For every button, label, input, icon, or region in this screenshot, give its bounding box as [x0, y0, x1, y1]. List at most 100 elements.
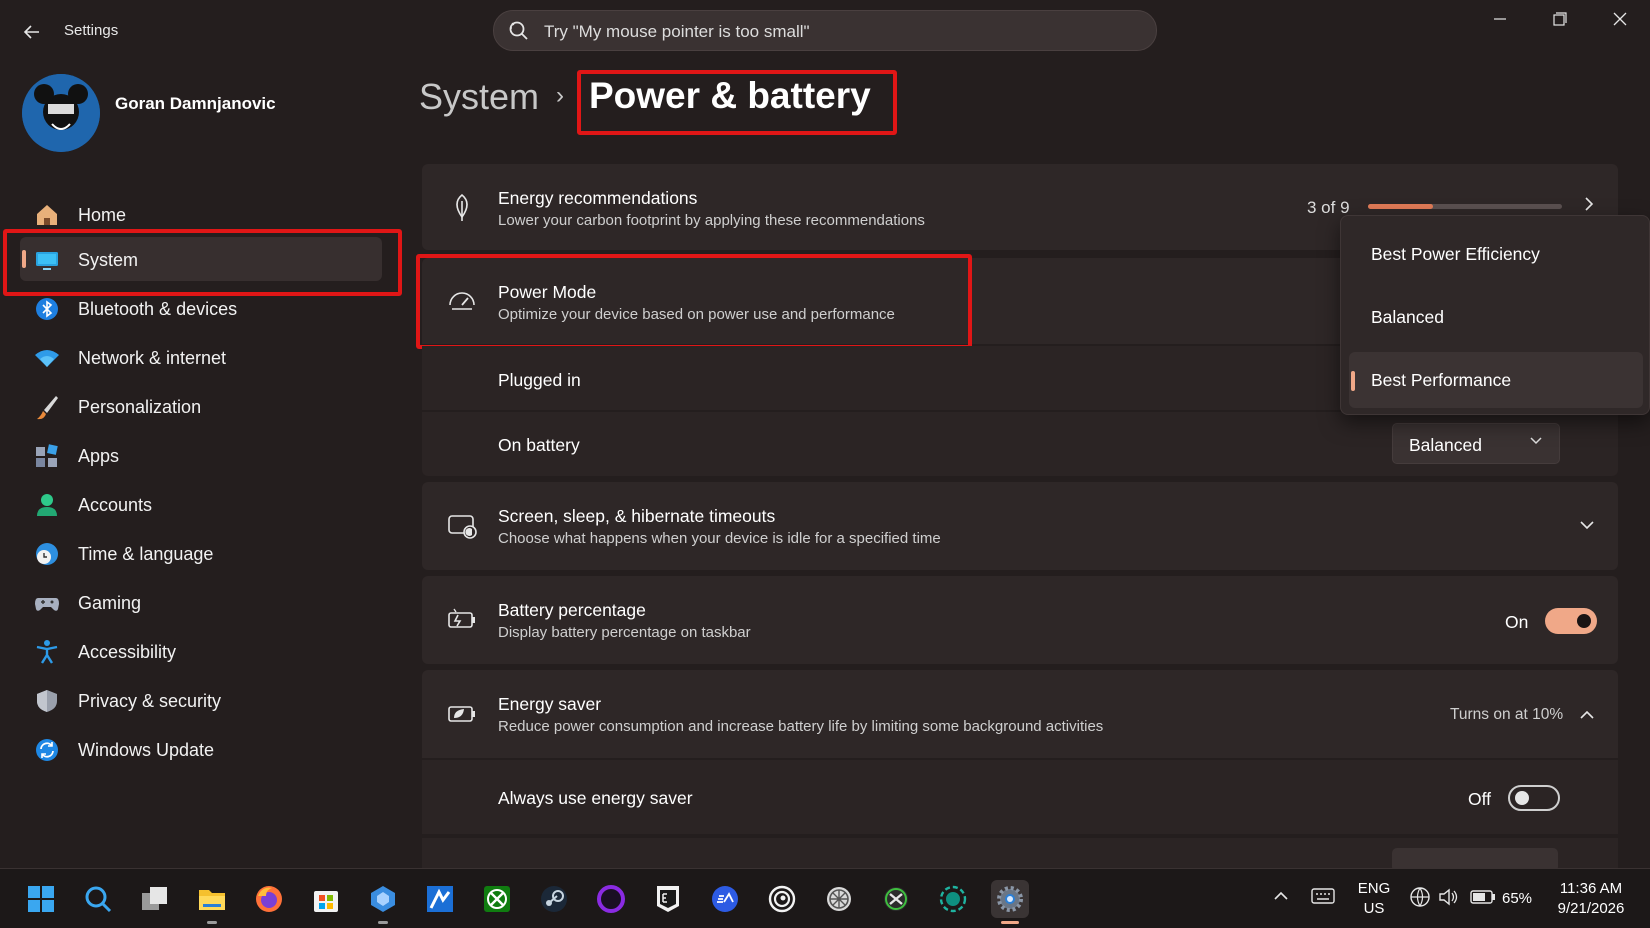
taskbar-file-explorer[interactable]: [193, 880, 231, 924]
toggle-knob: [1515, 791, 1529, 805]
globe-clock-icon: [36, 543, 58, 565]
taskbar-xbox-app[interactable]: [877, 880, 915, 918]
taskbar-steam[interactable]: [535, 880, 573, 918]
restore-icon: [1553, 12, 1567, 26]
sidebar-item-windows-update[interactable]: Windows Update: [20, 727, 382, 771]
sidebar-item-label: Accounts: [78, 495, 153, 515]
start-button[interactable]: [22, 880, 60, 918]
screen-sleep-subtitle: Choose what happens when your device is …: [498, 530, 941, 547]
always-energy-saver-label: Always use energy saver: [498, 788, 693, 808]
taskbar-epic-games[interactable]: [649, 880, 687, 918]
option-best-performance[interactable]: Best Performance: [1349, 352, 1643, 408]
taskbar-hexagon-app[interactable]: [934, 880, 972, 918]
close-button[interactable]: [1600, 10, 1640, 34]
brush-icon: [37, 396, 58, 420]
battery-status[interactable]: [1470, 888, 1496, 911]
home-icon: [37, 205, 57, 225]
sidebar-item-network[interactable]: Network & internet: [20, 335, 382, 379]
touch-keyboard-button[interactable]: [1311, 887, 1335, 910]
battery-percentage-state: On: [1505, 612, 1529, 632]
apps-icon: [36, 444, 58, 467]
sidebar-item-gaming[interactable]: Gaming: [20, 580, 382, 624]
network-status[interactable]: [1409, 886, 1431, 913]
battery-percentage-toggle[interactable]: [1545, 608, 1597, 634]
taskbar-firefox[interactable]: [250, 880, 288, 918]
option-label: Best Power Efficiency: [1371, 244, 1540, 264]
screen-sleep-card[interactable]: Screen, sleep, & hibernate timeouts Choo…: [422, 482, 1618, 570]
option-label: Balanced: [1371, 307, 1444, 327]
task-view-icon: [142, 887, 167, 910]
language-indicator[interactable]: ENG: [1352, 880, 1396, 897]
taskbar-affinity[interactable]: [421, 880, 459, 918]
search-box[interactable]: Try "My mouse pointer is too small": [493, 10, 1157, 51]
highlight-box-power-mode: [416, 254, 972, 349]
taskbar-app[interactable]: [364, 880, 402, 924]
plugged-in-mode-dropdown: Best Power Efficiency Balanced Best Perf…: [1340, 215, 1650, 415]
energy-saver-subtitle: Reduce power consumption and increase ba…: [498, 718, 1104, 735]
active-indicator: [1001, 921, 1019, 924]
chevron-up-icon[interactable]: [1579, 706, 1595, 727]
taskbar-microsoft-store[interactable]: [307, 880, 345, 918]
chevron-right-icon[interactable]: [1582, 196, 1596, 217]
option-best-power-efficiency[interactable]: Best Power Efficiency: [1349, 226, 1643, 282]
taskbar-ubisoft[interactable]: [763, 880, 801, 918]
taskbar-ea[interactable]: [706, 880, 744, 918]
gamepad-icon: [35, 598, 59, 611]
energy-saver-title: Energy saver: [498, 694, 602, 714]
sidebar-item-label: Apps: [78, 446, 120, 466]
recommendations-progress-bar: [1368, 204, 1562, 209]
taskbar-circle-app[interactable]: [592, 880, 630, 918]
sidebar-item-time-language[interactable]: Time & language: [20, 531, 382, 575]
back-button[interactable]: [18, 18, 46, 46]
selection-indicator: [1351, 371, 1355, 391]
sidebar-item-label: Time & language: [78, 544, 214, 564]
chevron-down-icon[interactable]: [1579, 516, 1595, 537]
on-battery-mode-select[interactable]: Balanced: [1392, 423, 1560, 464]
sidebar-item-label: Personalization: [78, 397, 202, 417]
battery-percentage-subtitle: Display battery percentage on taskbar: [498, 624, 751, 641]
volume-status[interactable]: [1437, 886, 1459, 913]
maximize-button[interactable]: [1540, 10, 1580, 34]
sidebar-item-label: Network & internet: [78, 348, 227, 368]
show-hidden-icons-button[interactable]: [1272, 889, 1290, 908]
screen-sleep-icon: [448, 515, 477, 539]
avatar-image-icon: [22, 74, 100, 152]
task-view-button[interactable]: [136, 880, 174, 918]
region-indicator[interactable]: US: [1352, 900, 1396, 917]
taskbar-settings[interactable]: [991, 880, 1029, 924]
energy-saver-card[interactable]: Energy saver Reduce power consumption an…: [422, 670, 1618, 758]
wheel-app-icon: [827, 887, 851, 911]
plugged-in-label: Plugged in: [498, 370, 581, 390]
clock-date[interactable]: 9/21/2026: [1546, 900, 1636, 917]
speaker-icon: [1439, 888, 1458, 906]
app-icon: [371, 886, 395, 912]
sidebar-item-privacy-security[interactable]: Privacy & security: [20, 678, 382, 722]
always-energy-saver-state: Off: [1468, 789, 1492, 809]
affinity-icon: [427, 886, 453, 912]
sidebar-item-personalization[interactable]: Personalization: [20, 384, 382, 428]
battery-icon: [448, 608, 475, 628]
steam-icon: [541, 886, 567, 912]
minimize-button[interactable]: [1480, 10, 1520, 34]
sidebar-item-label: Privacy & security: [78, 691, 222, 711]
option-balanced[interactable]: Balanced: [1349, 289, 1643, 345]
chevron-up-icon: [1274, 891, 1288, 900]
sidebar-item-label: Windows Update: [78, 740, 215, 760]
taskbar-xbox[interactable]: [478, 880, 516, 918]
search-icon: [85, 886, 112, 913]
breadcrumb-separator: ›: [556, 82, 564, 109]
microsoft-store-icon: [314, 891, 338, 912]
taskbar-wheel-app[interactable]: [820, 880, 858, 918]
breadcrumb-parent[interactable]: System: [419, 76, 539, 118]
taskbar: ENG US 65% 11:36 AM 9/21/2026: [0, 868, 1650, 928]
sidebar-item-label: Bluetooth & devices: [78, 299, 238, 319]
sidebar-item-accessibility[interactable]: Accessibility: [20, 629, 382, 673]
user-name: Goran Damnjanovic: [115, 94, 276, 113]
taskbar-search[interactable]: [79, 880, 117, 918]
avatar[interactable]: [22, 74, 100, 152]
shield-icon: [37, 690, 57, 712]
always-energy-saver-toggle[interactable]: [1508, 785, 1560, 811]
sidebar-item-apps[interactable]: Apps: [20, 433, 382, 477]
clock-time[interactable]: 11:36 AM: [1546, 880, 1636, 897]
sidebar-item-accounts[interactable]: Accounts: [20, 482, 382, 526]
